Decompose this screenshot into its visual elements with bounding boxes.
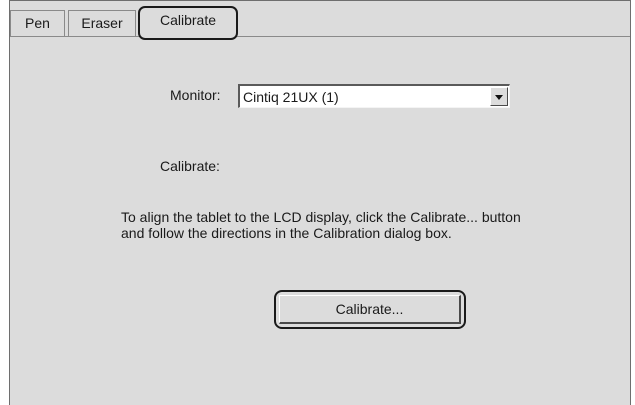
monitor-dropdown[interactable]: Cintiq 21UX (1) (238, 84, 510, 108)
calibrate-instructions: To align the tablet to the LCD display, … (121, 209, 601, 241)
tab-pen[interactable]: Pen (10, 10, 65, 37)
tab-strip-divider (10, 36, 630, 37)
tab-eraser[interactable]: Eraser (68, 10, 136, 37)
tab-strip: Pen Eraser Calibrate (10, 6, 630, 40)
monitor-dropdown-button[interactable] (490, 87, 508, 106)
chevron-down-icon (495, 95, 503, 100)
calibrate-button[interactable]: Calibrate... (279, 295, 461, 324)
instructions-line-1: To align the tablet to the LCD display, … (121, 209, 521, 225)
instructions-line-2: and follow the directions in the Calibra… (121, 225, 452, 241)
monitor-dropdown-value: Cintiq 21UX (1) (243, 89, 339, 105)
calibrate-label: Calibrate: (160, 158, 220, 174)
tab-calibrate[interactable]: Calibrate (138, 6, 238, 40)
monitor-label: Monitor: (170, 87, 221, 103)
calibrate-button-highlight: Calibrate... (274, 290, 466, 329)
settings-panel (9, 0, 631, 405)
